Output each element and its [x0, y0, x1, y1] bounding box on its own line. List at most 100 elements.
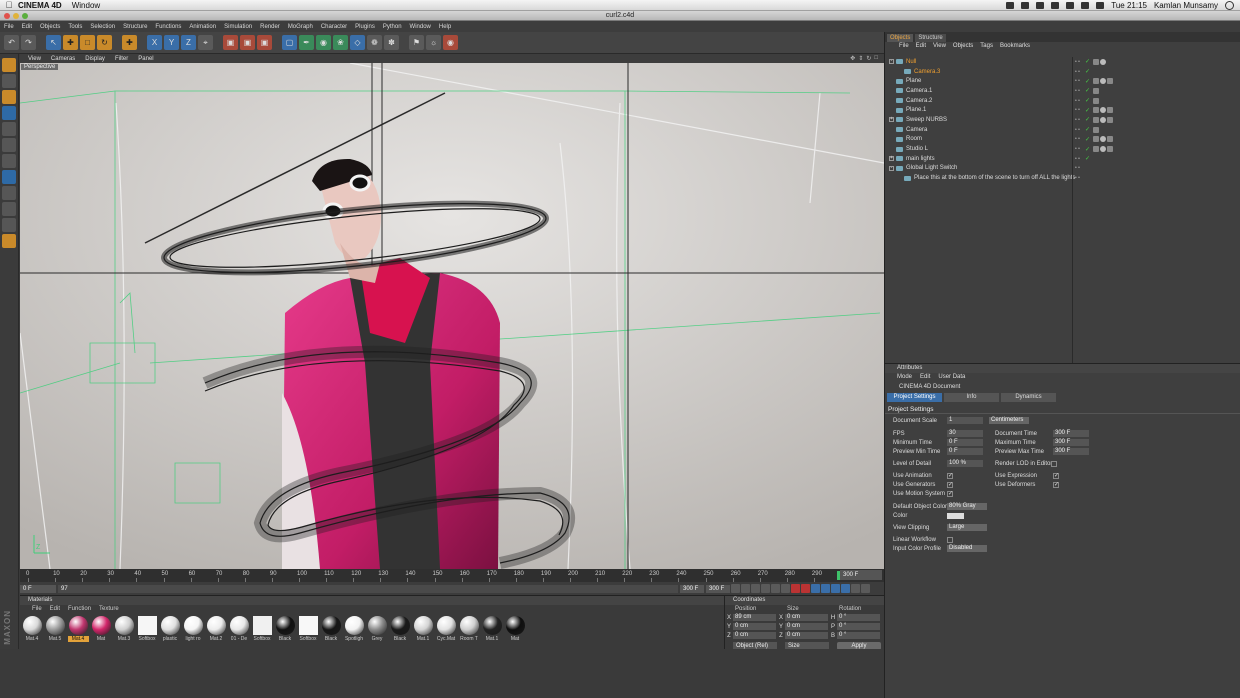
volume-icon[interactable] — [1081, 1, 1090, 9]
expand-toggle-icon[interactable]: - — [889, 59, 894, 65]
material-swatch[interactable]: Mat.1 — [482, 616, 502, 642]
enabled-check-icon[interactable]: ✓ — [1085, 136, 1090, 143]
current-frame-field[interactable]: 0 F — [20, 584, 56, 593]
clock[interactable]: Tue 21:15 — [1111, 1, 1147, 10]
color-swatch[interactable] — [947, 512, 964, 519]
use-generators-checkbox[interactable]: ✓ — [947, 481, 953, 488]
rotate-tool-icon[interactable]: ↻ — [97, 35, 112, 50]
tag-icon[interactable] — [1093, 87, 1099, 94]
tag-icon[interactable] — [1107, 136, 1113, 143]
visibility-dots-icon[interactable]: • • — [1075, 156, 1080, 162]
material-swatch[interactable]: Black — [390, 616, 410, 642]
deformer-icon[interactable]: ◇ — [350, 35, 365, 50]
object-row[interactable]: Camera • • ✓ — [885, 125, 1240, 135]
record-icon[interactable] — [791, 584, 800, 593]
move-tool-icon[interactable]: ✚ — [63, 35, 78, 50]
goto-start-icon[interactable] — [731, 584, 740, 593]
menu-character[interactable]: Character — [321, 24, 347, 30]
move-view-icon[interactable]: ✥ — [850, 55, 855, 62]
om-menu-objects[interactable]: Objects — [953, 42, 973, 51]
live-selection-icon[interactable]: ↖ — [46, 35, 61, 50]
default-color-dropdown[interactable]: 80% Gray — [947, 503, 987, 510]
menu-window[interactable]: Window — [410, 24, 431, 30]
tag-icon[interactable] — [1093, 126, 1099, 133]
materials-menu-texture[interactable]: Texture — [99, 605, 119, 614]
use-animation-checkbox[interactable]: ✓ — [947, 472, 953, 479]
y-axis-lock-icon[interactable]: Y — [164, 35, 179, 50]
use-expression-checkbox[interactable]: ✓ — [1053, 472, 1059, 479]
apple-icon[interactable]:  — [0, 0, 18, 10]
perspective-viewport[interactable]: Z Perspective — [20, 63, 884, 569]
tag-icon[interactable] — [1093, 78, 1099, 85]
enabled-check-icon[interactable]: ✓ — [1085, 78, 1090, 85]
object-row[interactable]: Plane.1 • • ✓ — [885, 105, 1240, 115]
menu-help[interactable]: Help — [439, 24, 451, 30]
viewport-menu-filter[interactable]: Filter — [115, 56, 128, 62]
minimum-time-field[interactable]: 0 F — [947, 439, 983, 446]
use-deformers-checkbox[interactable]: ✓ — [1053, 481, 1059, 488]
visibility-dots-icon[interactable]: • • — [1075, 127, 1080, 133]
step-back-icon[interactable] — [741, 584, 750, 593]
enabled-check-icon[interactable]: ✓ — [1085, 116, 1090, 123]
tag-icon[interactable] — [1093, 136, 1099, 143]
material-swatch[interactable]: Black — [275, 616, 295, 642]
render-lod-checkbox[interactable] — [1051, 460, 1057, 467]
position-x-field[interactable]: 89 cm — [733, 614, 776, 621]
visibility-dots-icon[interactable]: • • — [1075, 146, 1080, 152]
preview-min-field[interactable]: 0 F — [947, 448, 983, 455]
material-swatch[interactable]: Softbox — [252, 616, 272, 642]
attr-menu-user-data[interactable]: User Data — [938, 373, 965, 382]
param-key-icon[interactable] — [851, 584, 860, 593]
menu-selection[interactable]: Selection — [90, 24, 115, 30]
tag-icon[interactable] — [1100, 146, 1106, 153]
enabled-check-icon[interactable]: ✓ — [1085, 68, 1090, 75]
tag-icon[interactable] — [1093, 58, 1099, 65]
material-swatch[interactable]: plastic — [160, 616, 180, 642]
viewport-menu-view[interactable]: View — [28, 56, 41, 62]
object-row[interactable]: Studio L • • ✓ — [885, 144, 1240, 154]
enabled-check-icon[interactable]: ✓ — [1085, 146, 1090, 153]
subdivision-surface-icon[interactable]: ◉ — [316, 35, 331, 50]
tag-icon[interactable] — [1093, 116, 1099, 123]
attr-menu-edit[interactable]: Edit — [920, 373, 930, 382]
object-row[interactable]: Plane • • ✓ — [885, 76, 1240, 86]
viewport-menu-display[interactable]: Display — [85, 56, 105, 62]
menu-mograph[interactable]: MoGraph — [288, 24, 313, 30]
preview-max-field[interactable]: 300 F — [680, 584, 704, 593]
make-editable-icon[interactable] — [2, 58, 16, 72]
material-swatch[interactable]: Mat.2 — [206, 616, 226, 642]
object-row[interactable]: Place this at the bottom of the scene to… — [885, 173, 1240, 183]
object-name[interactable]: Global Light Switch — [906, 165, 1084, 171]
bluetooth-icon[interactable] — [1051, 1, 1060, 9]
tag-icon[interactable] — [1100, 136, 1106, 143]
object-name[interactable]: Null — [906, 59, 1084, 65]
object-row[interactable]: - Global Light Switch • • — [885, 164, 1240, 174]
mac-menu-window[interactable]: Window — [72, 1, 100, 10]
use-motion-checkbox[interactable]: ✓ — [947, 490, 953, 497]
tag-icon[interactable] — [1100, 107, 1106, 114]
step-forward-icon[interactable] — [771, 584, 780, 593]
object-name[interactable]: Camera.3 — [914, 69, 1092, 75]
scene-icon[interactable]: ❁ — [367, 35, 382, 50]
recent-tool-icon[interactable]: ✚ — [122, 35, 137, 50]
tab-structure[interactable]: Structure — [915, 34, 946, 42]
object-row[interactable]: Camera.2 • • ✓ — [885, 96, 1240, 106]
sync-icon[interactable] — [1036, 1, 1045, 9]
object-name[interactable]: Sweep NURBS — [906, 117, 1084, 123]
material-swatch[interactable]: Black — [321, 616, 341, 642]
object-row[interactable]: Room • • ✓ — [885, 135, 1240, 145]
edges-mode-icon[interactable] — [2, 138, 16, 152]
keyframe-selection-icon[interactable] — [811, 584, 820, 593]
cube-icon[interactable]: ▢ — [282, 35, 297, 50]
document-scale-field[interactable]: 1 — [947, 417, 983, 424]
enabled-check-icon[interactable]: ✓ — [1085, 155, 1090, 162]
visibility-dots-icon[interactable]: • • — [1075, 59, 1080, 65]
materials-menu-function[interactable]: Function — [68, 605, 91, 614]
rotation-key-icon[interactable] — [841, 584, 850, 593]
goto-end-icon[interactable] — [781, 584, 790, 593]
object-name[interactable]: Camera.2 — [906, 98, 1084, 104]
render-settings-icon[interactable]: ▣ — [257, 35, 272, 50]
material-swatch[interactable]: Mat — [91, 616, 111, 642]
om-menu-bookmarks[interactable]: Bookmarks — [1000, 42, 1030, 51]
visibility-dots-icon[interactable]: • • — [1075, 88, 1080, 94]
